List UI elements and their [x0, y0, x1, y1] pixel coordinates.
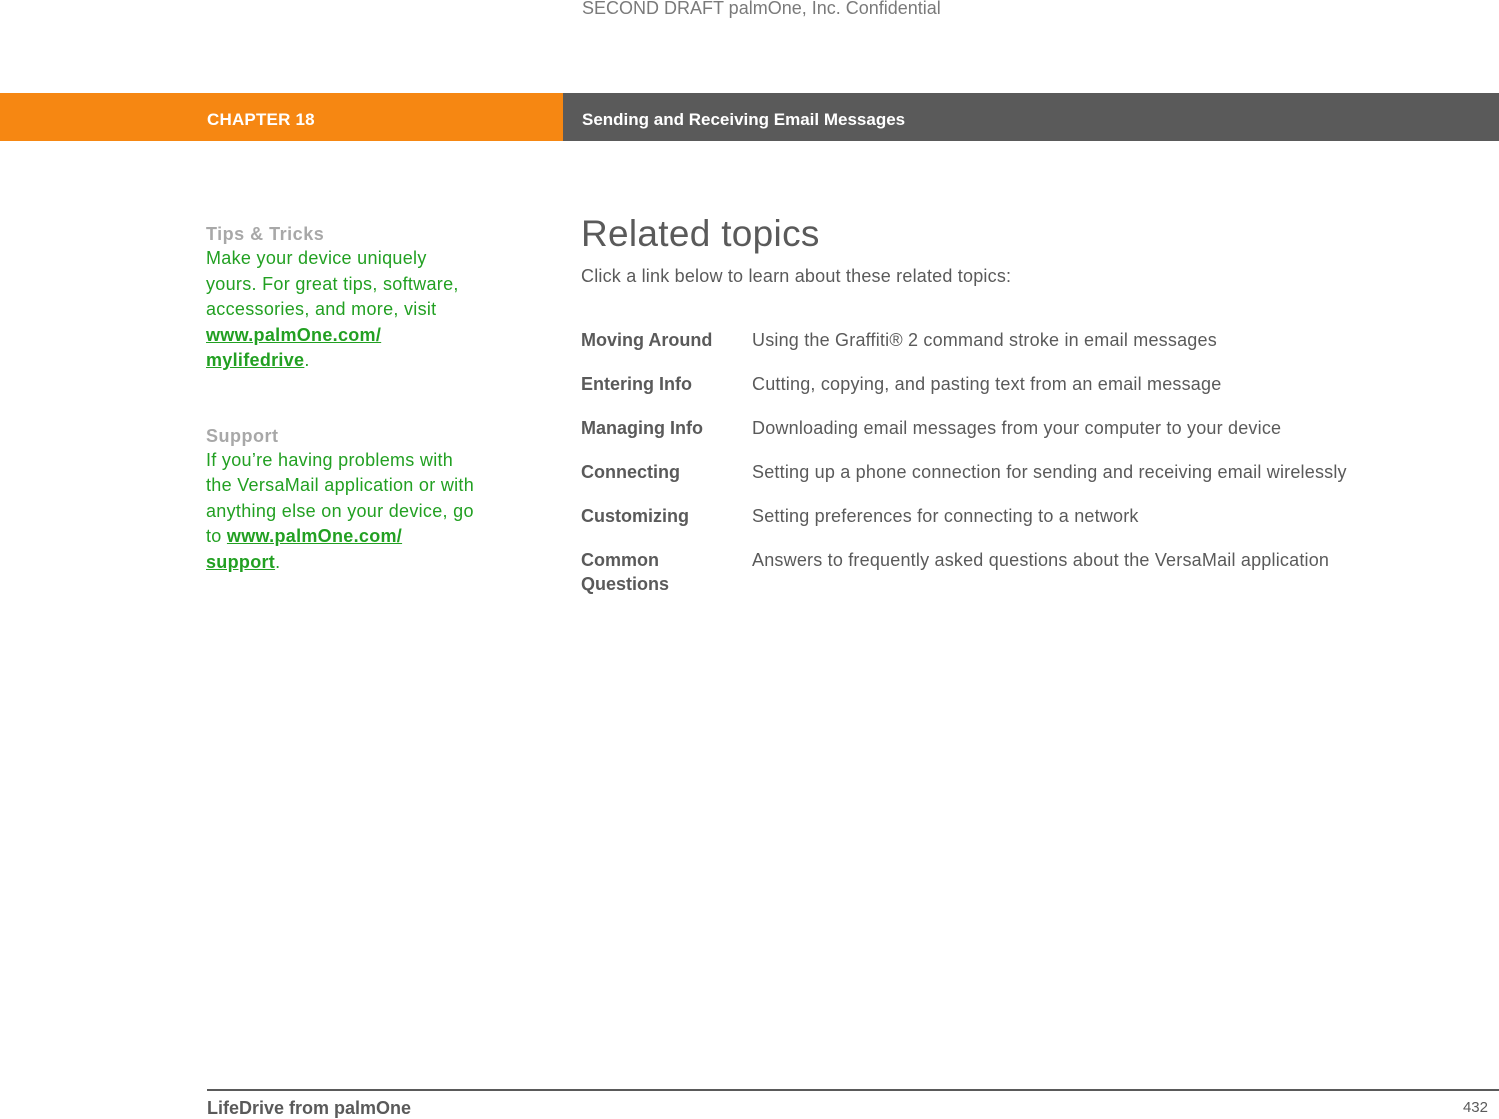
topic-link-connecting[interactable]: Connecting — [581, 460, 752, 504]
sidebar: Tips & Tricks Make your device uniquely … — [206, 222, 476, 575]
topic-description: Downloading email messages from your com… — [752, 418, 1282, 438]
topic-link-entering-info[interactable]: Entering Info — [581, 372, 752, 416]
support-block: Support If you’re having problems with t… — [206, 424, 476, 576]
support-suffix: . — [275, 551, 281, 572]
intro-text: Click a link below to learn about these … — [581, 266, 1012, 286]
tips-heading: Tips & Tricks — [206, 224, 325, 244]
footer-divider — [207, 1089, 1499, 1091]
main-content: Related topics Click a link below to lea… — [581, 210, 1481, 616]
support-heading: Support — [206, 425, 279, 446]
topic-description: Cutting, copying, and pasting text from … — [752, 374, 1222, 394]
topic-row: Connecting Setting up a phone connection… — [581, 460, 1347, 504]
chapter-title-block: Sending and Receiving Email Messages — [563, 93, 1499, 141]
mylifedrive-link[interactable]: www.palmOne.com/ mylifedrive — [206, 325, 381, 371]
support-link[interactable]: www.palmOne.com/ support — [206, 526, 402, 572]
tips-block: Tips & Tricks Make your device uniquely … — [206, 222, 476, 374]
related-topics-table: Moving Around Using the Graffiti® 2 comm… — [581, 328, 1347, 616]
tips-text: Make your device uniquely yours. For gre… — [206, 246, 476, 374]
draft-watermark: SECOND DRAFT palmOne, Inc. Confidential — [582, 0, 941, 18]
tips-body: Make your device uniquely yours. For gre… — [206, 248, 459, 319]
topic-link-label[interactable]: Entering Info — [581, 372, 721, 396]
topic-link-common-questions[interactable]: Common Questions — [581, 548, 752, 616]
topic-link-label[interactable]: Customizing — [581, 504, 721, 528]
topic-description: Setting preferences for connecting to a … — [752, 506, 1139, 526]
topic-row: Customizing Setting preferences for conn… — [581, 504, 1347, 548]
topic-link-moving-around[interactable]: Moving Around — [581, 328, 752, 372]
chapter-label-block: CHAPTER 18 — [0, 93, 563, 141]
footer-book-title: LifeDrive from palmOne — [207, 1098, 412, 1118]
topic-link-label[interactable]: Moving Around — [581, 328, 721, 352]
topic-row: Common Questions Answers to frequently a… — [581, 548, 1347, 616]
topic-description: Setting up a phone connection for sendin… — [752, 462, 1347, 482]
topic-link-label[interactable]: Common Questions — [581, 548, 721, 596]
chapter-title: Sending and Receiving Email Messages — [582, 110, 906, 129]
topic-description: Using the Graffiti® 2 command stroke in … — [752, 330, 1217, 350]
topic-link-customizing[interactable]: Customizing — [581, 504, 752, 548]
page-title: Related topics — [581, 213, 820, 254]
topic-description: Answers to frequently asked questions ab… — [752, 550, 1330, 570]
topic-link-label[interactable]: Managing Info — [581, 416, 721, 440]
topic-row: Moving Around Using the Graffiti® 2 comm… — [581, 328, 1347, 372]
topic-link-managing-info[interactable]: Managing Info — [581, 416, 752, 460]
topic-row: Managing Info Downloading email messages… — [581, 416, 1347, 460]
topic-row: Entering Info Cutting, copying, and past… — [581, 372, 1347, 416]
tips-suffix: . — [304, 350, 310, 370]
topic-link-label[interactable]: Connecting — [581, 460, 721, 484]
chapter-header: CHAPTER 18 Sending and Receiving Email M… — [0, 93, 1499, 141]
page-number: 432 — [1462, 1099, 1488, 1116]
support-text: If you’re having problems with the Versa… — [206, 448, 476, 576]
chapter-label: CHAPTER 18 — [207, 110, 315, 129]
